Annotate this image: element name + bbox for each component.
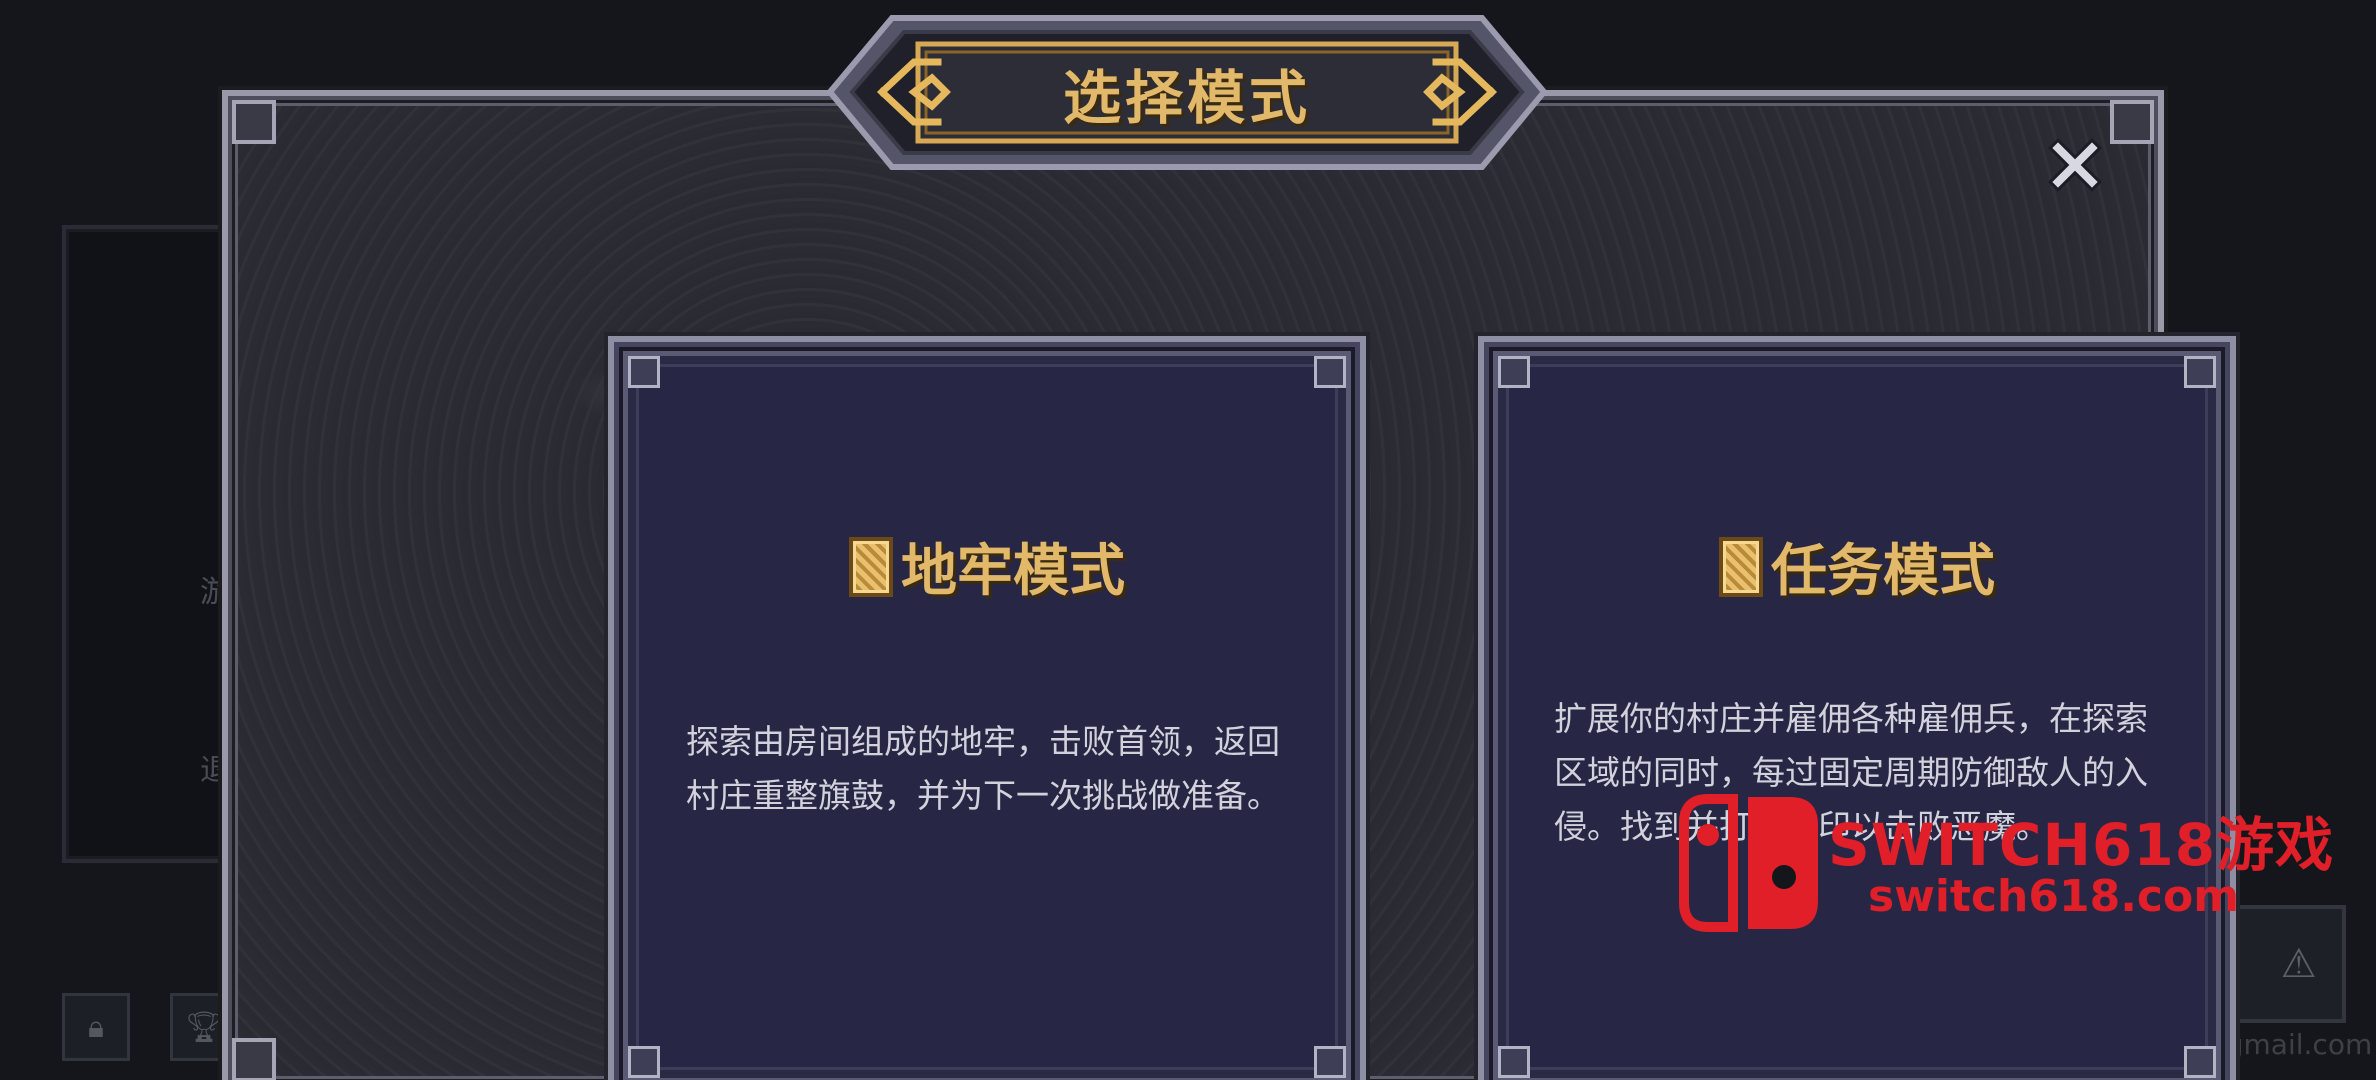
dialog-title-plaque: 选择模式	[822, 10, 1552, 175]
warning-icon: ⚠︎	[2280, 941, 2317, 987]
card-corner	[1498, 356, 1530, 388]
watermark-title: SWITCH618游戏	[1828, 811, 2335, 879]
frame-corner	[232, 100, 276, 144]
card-corner	[628, 356, 660, 388]
card-heading: 地牢模式	[614, 526, 1360, 607]
game-screen: 游 退 🔒︎ 🏆︎ 📜︎ ⚠︎ ics@gmail.com 地牢模式 探索由房间…	[0, 0, 2376, 1080]
frame-corner	[232, 1038, 276, 1080]
switch-logo-icon	[1679, 794, 1818, 932]
close-button[interactable]	[2048, 138, 2102, 192]
dungeon-mode-title: 地牢模式	[901, 539, 1125, 604]
dungeon-mode-card[interactable]: 地牢模式 探索由房间组成的地牢，击败首领，返回村庄重整旗鼓，并为下一次挑战做准备…	[608, 336, 1366, 1080]
rune-emblem-icon	[849, 536, 893, 597]
frame-corner	[2110, 100, 2154, 144]
dungeon-mode-description: 探索由房间组成的地牢，击败首领，返回村庄重整旗鼓，并为下一次挑战做准备。	[686, 722, 1280, 815]
watermark-url: switch618.com	[1868, 871, 2240, 922]
quest-mode-title: 任务模式	[1771, 539, 1995, 604]
card-corner	[1314, 356, 1346, 388]
card-corner	[1498, 1046, 1530, 1078]
rune-emblem-icon	[1719, 536, 1763, 597]
close-x-icon	[2048, 138, 2102, 192]
dialog-title: 选择模式	[1062, 63, 1311, 132]
card-heading: 任务模式	[1484, 526, 2230, 607]
quest-mode-card[interactable]: 任务模式 扩展你的村庄并雇佣各种雇佣兵，在探索区域的同时，每过固定周期防御敌人的…	[1478, 336, 2236, 1080]
card-corner	[2184, 1046, 2216, 1078]
watermark: SWITCH618游戏 switch618.com	[1678, 793, 2368, 933]
card-corner	[628, 1046, 660, 1078]
lock-icon: 🔒︎	[62, 993, 130, 1061]
card-corner	[1314, 1046, 1346, 1078]
card-corner	[2184, 356, 2216, 388]
